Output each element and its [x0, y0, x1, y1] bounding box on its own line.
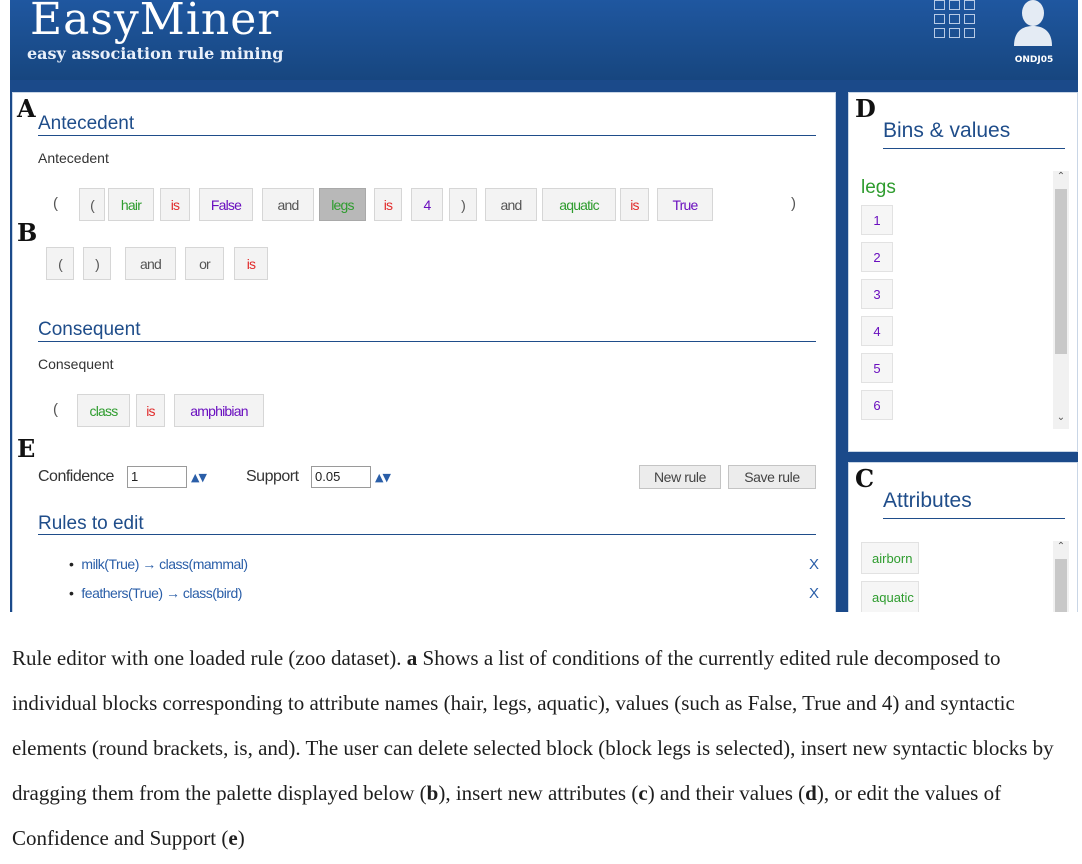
antecedent-block-true[interactable]: True: [657, 188, 713, 221]
bin-value-item[interactable]: 2: [861, 242, 893, 272]
antecedent-block-paren[interactable]: (: [79, 188, 105, 221]
scroll-down-icon[interactable]: ⌄: [1053, 412, 1069, 423]
label-b: B: [17, 218, 38, 247]
remove-rule-button[interactable]: X: [809, 585, 819, 602]
palette-and[interactable]: and: [125, 247, 176, 280]
palette-or[interactable]: or: [185, 247, 224, 280]
label-a: A: [17, 94, 36, 123]
consequent-block-is[interactable]: is: [136, 394, 165, 427]
antecedent-divider: [38, 135, 816, 136]
bins-scrollbar[interactable]: ⌃ ⌄: [1053, 171, 1069, 429]
antecedent-block-legs-selected[interactable]: legs: [319, 188, 366, 221]
antecedent-block-value-4[interactable]: 4: [411, 188, 443, 221]
palette-close-paren[interactable]: ): [83, 247, 111, 280]
screenshot: EasyMiner easy association rule mining O…: [10, 0, 1078, 612]
label-c: C: [855, 464, 875, 493]
antecedent-block-is[interactable]: is: [374, 188, 402, 221]
antecedent-block-is[interactable]: is: [620, 188, 649, 221]
rules-divider: [38, 534, 816, 535]
caption-text-c: ) and their values (: [647, 781, 806, 805]
consequent-sublabel: Consequent: [38, 356, 114, 372]
rule-list-item[interactable]: • feathers(True) → class(bird): [69, 585, 242, 601]
caption-key-e: e: [228, 826, 238, 850]
support-input[interactable]: 0.05: [311, 466, 371, 488]
bins-title: Bins & values: [883, 119, 1011, 142]
bins-values-panel: D Bins & values legs 1 2 3 4 5 6 ⌃ ⌄: [848, 92, 1078, 452]
bin-value-item[interactable]: 3: [861, 279, 893, 309]
scroll-thumb[interactable]: [1055, 189, 1067, 354]
app-header: EasyMiner easy association rule mining O…: [10, 0, 1078, 80]
antecedent-block-is[interactable]: is: [160, 188, 190, 221]
support-stepper[interactable]: ▲▼: [375, 471, 391, 484]
caption-lead: Rule editor with one loaded rule (zoo da…: [12, 646, 407, 670]
consequent-open-paren[interactable]: (: [53, 401, 58, 418]
syntax-palette: ( ) and or is: [13, 247, 837, 281]
user-avatar-icon[interactable]: [1010, 0, 1056, 46]
consequent-block-amphibian[interactable]: amphibian: [174, 394, 264, 427]
antecedent-block-and[interactable]: and: [485, 188, 537, 221]
support-label: Support: [246, 468, 299, 485]
caption-key-a: a: [406, 646, 418, 670]
attributes-panel: C Attributes airborn aquatic ⌃: [848, 462, 1078, 612]
caption-text-b: ), insert new attributes (: [438, 781, 639, 805]
label-d: D: [855, 94, 876, 123]
antecedent-close-paren[interactable]: ): [791, 195, 796, 212]
save-rule-button[interactable]: Save rule: [728, 465, 816, 489]
app-title: EasyMiner: [30, 0, 280, 45]
scroll-up-icon[interactable]: ⌃: [1053, 171, 1069, 182]
antecedent-title: Antecedent: [38, 113, 135, 134]
palette-is[interactable]: is: [234, 247, 268, 280]
consequent-title: Consequent: [38, 319, 141, 340]
bin-value-item[interactable]: 1: [861, 205, 893, 235]
user-name[interactable]: ONDJ05: [1004, 55, 1064, 65]
figure-caption: Rule editor with one loaded rule (zoo da…: [12, 636, 1072, 861]
label-e: E: [17, 434, 36, 463]
antecedent-block-hair[interactable]: hair: [108, 188, 154, 221]
new-rule-button[interactable]: New rule: [639, 465, 721, 489]
scroll-up-icon[interactable]: ⌃: [1053, 541, 1069, 552]
antecedent-block-false[interactable]: False: [199, 188, 253, 221]
rule-link[interactable]: feathers(True) → class(bird): [81, 585, 242, 601]
caption-key-d: d: [805, 781, 817, 805]
caption-key-b: b: [426, 781, 439, 805]
scroll-thumb[interactable]: [1055, 559, 1067, 612]
antecedent-block-aquatic[interactable]: aquatic: [542, 188, 616, 221]
apps-grid-icon[interactable]: [934, 0, 978, 44]
bin-value-item[interactable]: 5: [861, 353, 893, 383]
confidence-stepper[interactable]: ▲▼: [191, 471, 207, 484]
attributes-divider: [883, 518, 1065, 519]
consequent-divider: [38, 341, 816, 342]
antecedent-open-paren[interactable]: (: [53, 195, 58, 212]
rule-list-item[interactable]: • milk(True) → class(mammal): [69, 556, 248, 572]
antecedent-sublabel: Antecedent: [38, 150, 109, 166]
consequent-block-class[interactable]: class: [77, 394, 130, 427]
attribute-item[interactable]: aquatic: [861, 581, 919, 612]
app-tagline: easy association rule mining: [27, 44, 284, 63]
bins-divider: [883, 148, 1065, 149]
bin-value-item[interactable]: 6: [861, 390, 893, 420]
antecedent-block-and[interactable]: and: [262, 188, 314, 221]
caption-text-e: ): [237, 826, 245, 850]
bins-attribute-name: legs: [861, 177, 896, 198]
rule-link[interactable]: milk(True) → class(mammal): [81, 556, 248, 572]
attribute-item[interactable]: airborn: [861, 542, 919, 574]
attributes-scrollbar[interactable]: ⌃: [1053, 541, 1069, 612]
bin-value-item[interactable]: 4: [861, 316, 893, 346]
consequent-blocks: ( class is amphibian: [13, 394, 837, 428]
remove-rule-button[interactable]: X: [809, 556, 819, 573]
palette-open-paren[interactable]: (: [46, 247, 74, 280]
attributes-title: Attributes: [883, 489, 972, 512]
confidence-label: Confidence: [38, 468, 114, 485]
rule-editor-panel: A Antecedent Antecedent ( ( hair is Fals…: [12, 92, 836, 612]
antecedent-block-paren[interactable]: ): [449, 188, 477, 221]
rules-to-edit-title: Rules to edit: [38, 513, 144, 534]
confidence-input[interactable]: 1: [127, 466, 187, 488]
caption-key-c: c: [638, 781, 648, 805]
antecedent-blocks: ( ( hair is False and legs is 4 ) and aq…: [13, 188, 837, 222]
